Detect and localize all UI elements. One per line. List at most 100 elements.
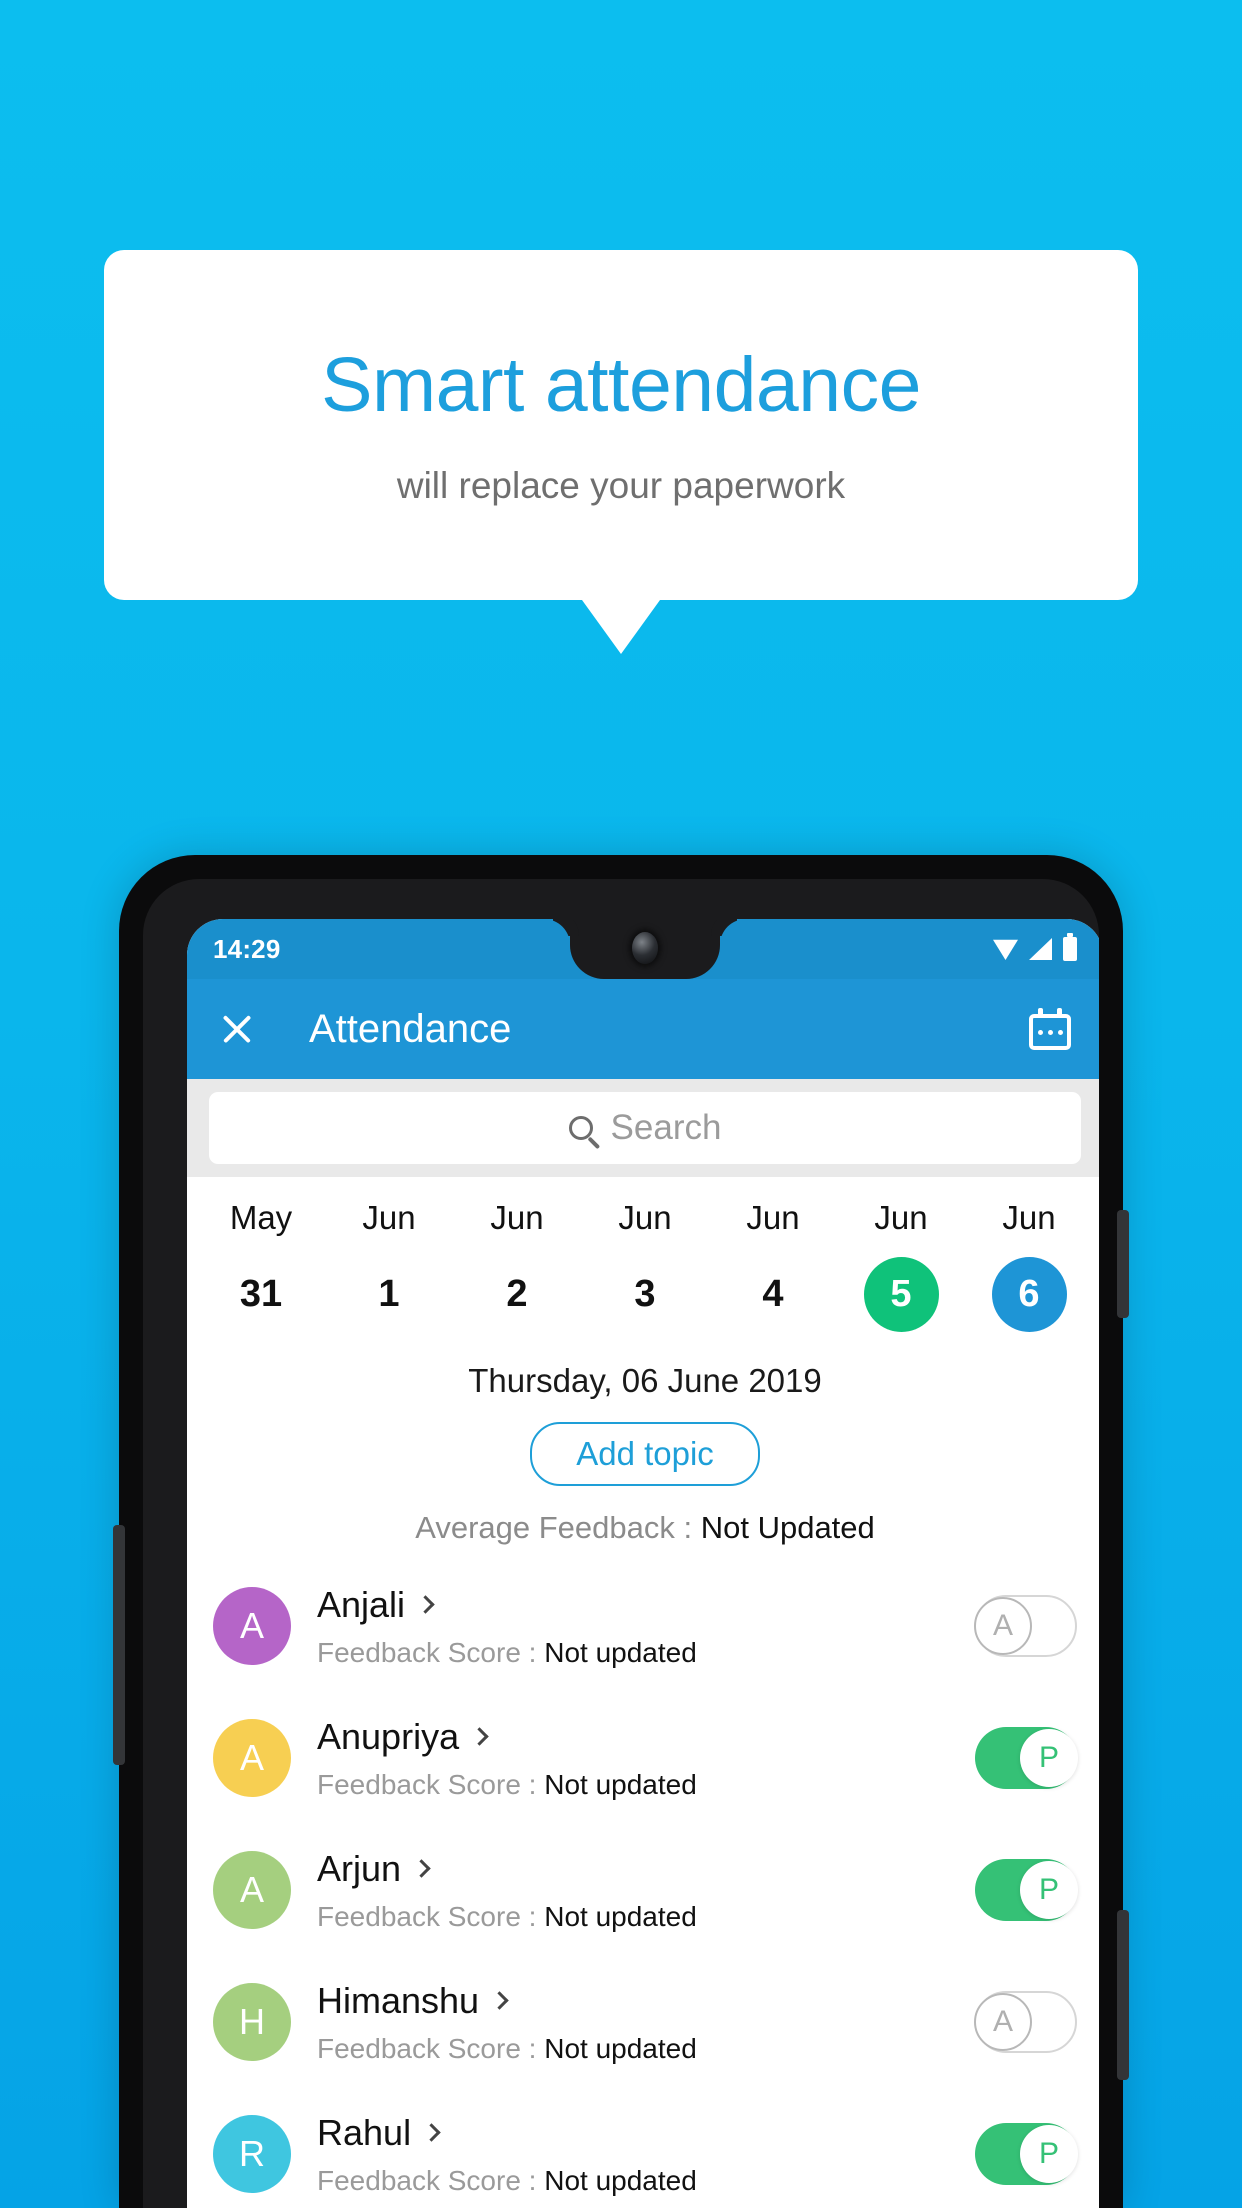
student-info: Himanshu Feedback Score : Not updated	[317, 1980, 975, 2065]
close-icon[interactable]	[215, 1007, 259, 1051]
wifi-icon	[993, 939, 1018, 960]
date-day-number[interactable]: 4	[736, 1257, 811, 1332]
student-name: Anjali	[317, 1583, 406, 1625]
date-month-label: Jun	[874, 1199, 928, 1236]
date-month-label: Jun	[490, 1199, 544, 1236]
student-name: Himanshu	[317, 1979, 480, 2021]
feedback-score-label: Feedback Score :	[317, 2164, 545, 2196]
attendance-toggle[interactable]: P	[975, 1727, 1078, 1789]
chevron-right-icon[interactable]	[422, 2123, 441, 2142]
student-info: Rahul Feedback Score : Not updated	[317, 2112, 975, 2197]
calendar-dots	[1038, 1030, 1063, 1035]
search-placeholder: Search	[610, 1108, 722, 1147]
student-row[interactable]: A Anupriya Feedback Score : Not updated P	[187, 1692, 1099, 1824]
feedback-score: Feedback Score : Not updated	[317, 2165, 975, 2197]
date-cell[interactable]: Jun 2	[453, 1199, 581, 1332]
avatar: A	[213, 1587, 291, 1665]
student-row[interactable]: A Arjun Feedback Score : Not updated P	[187, 1824, 1099, 1956]
student-row[interactable]: R Rahul Feedback Score : Not updated P	[187, 2088, 1099, 2208]
phone-screen: 14:29 Attendance Search May 31 Jun 1 Jun…	[187, 919, 1099, 2208]
date-strip[interactable]: May 31 Jun 1 Jun 2 Jun 3 Jun 4 Jun 5 Jun 6	[187, 1177, 1099, 1340]
feedback-score-label: Feedback Score :	[317, 1636, 545, 1668]
student-info: Arjun Feedback Score : Not updated	[317, 1848, 975, 1933]
avatar: R	[213, 2115, 291, 2193]
attendance-toggle[interactable]: A	[974, 1991, 1077, 2053]
student-name-line[interactable]: Arjun	[317, 1848, 975, 1890]
promo-callout-card: Smart attendance will replace your paper…	[104, 250, 1138, 600]
front-camera	[632, 932, 658, 964]
feedback-score: Feedback Score : Not updated	[317, 1637, 975, 1669]
date-cell[interactable]: Jun 4	[709, 1199, 837, 1332]
attendance-toggle[interactable]: P	[975, 1859, 1078, 1921]
phone-power-button[interactable]	[1117, 1210, 1129, 1318]
chevron-right-icon[interactable]	[470, 1727, 489, 1746]
feedback-score-label: Feedback Score :	[317, 2032, 545, 2064]
phone-notch	[570, 919, 720, 979]
attendance-toggle-knob: P	[1020, 1729, 1078, 1787]
phone-side-button-left[interactable]	[113, 1525, 125, 1765]
add-topic-button[interactable]: Add topic	[530, 1422, 760, 1486]
date-day-number[interactable]: 6	[991, 1257, 1067, 1332]
date-month-label: Jun	[746, 1199, 800, 1236]
date-day-number[interactable]: 31	[224, 1257, 299, 1332]
feedback-score: Feedback Score : Not updated	[317, 1769, 975, 1801]
status-clock: 14:29	[213, 933, 281, 964]
feedback-score: Feedback Score : Not updated	[317, 2033, 975, 2065]
date-cell[interactable]: Jun 1	[325, 1199, 453, 1332]
search-input[interactable]: Search	[209, 1092, 1081, 1164]
calendar-icon[interactable]	[1029, 1008, 1071, 1050]
average-feedback-label: Average Feedback :	[415, 1510, 701, 1545]
page-title: Attendance	[309, 1006, 512, 1051]
student-name-line[interactable]: Anupriya	[317, 1716, 975, 1758]
feedback-score-value: Not updated	[544, 1636, 697, 1668]
date-month-label: Jun	[1002, 1199, 1056, 1236]
date-day-number[interactable]: 5	[863, 1257, 939, 1332]
feedback-score: Feedback Score : Not updated	[317, 1901, 975, 1933]
search-icon	[568, 1116, 593, 1140]
feedback-score-label: Feedback Score :	[317, 1768, 545, 1800]
student-row[interactable]: H Himanshu Feedback Score : Not updated A	[187, 1956, 1099, 2088]
date-month-label: Jun	[618, 1199, 672, 1236]
student-name-line[interactable]: Himanshu	[317, 1980, 975, 2022]
feedback-score-label: Feedback Score :	[317, 1900, 545, 1932]
student-name-line[interactable]: Rahul	[317, 2112, 975, 2154]
attendance-toggle-knob: A	[974, 1993, 1032, 2051]
avatar: A	[213, 1851, 291, 1929]
student-name: Rahul	[317, 2111, 412, 2153]
promo-title: Smart attendance	[321, 341, 921, 428]
date-month-label: May	[229, 1199, 293, 1236]
date-cell[interactable]: Jun 3	[581, 1199, 709, 1332]
attendance-toggle-knob: P	[1020, 1861, 1078, 1919]
battery-icon	[1063, 933, 1077, 961]
date-cell[interactable]: May 31	[197, 1199, 325, 1332]
feedback-score-value: Not updated	[544, 2164, 697, 2196]
avatar: H	[213, 1983, 291, 2061]
student-info: Anupriya Feedback Score : Not updated	[317, 1716, 975, 1801]
phone-mockup: 14:29 Attendance Search May 31 Jun 1 Jun…	[113, 855, 1129, 2208]
date-day-number[interactable]: 3	[608, 1257, 683, 1332]
student-name: Arjun	[317, 1847, 402, 1889]
phone-volume-button[interactable]	[1117, 1910, 1129, 2080]
chevron-right-icon[interactable]	[416, 1595, 435, 1614]
status-icon-group	[993, 933, 1077, 961]
search-bar-container: Search	[187, 1079, 1099, 1177]
selected-date-label: Thursday, 06 June 2019	[468, 1362, 822, 1399]
date-cell[interactable]: Jun 5	[837, 1199, 965, 1332]
attendance-toggle[interactable]: P	[975, 2123, 1078, 2185]
attendance-toggle[interactable]: A	[974, 1595, 1077, 1657]
chevron-right-icon[interactable]	[412, 1859, 431, 1878]
date-month-label: Jun	[362, 1199, 416, 1236]
average-feedback: Average Feedback : Not Updated	[187, 1510, 1099, 1546]
add-topic-container: Add topic	[187, 1422, 1099, 1486]
average-feedback-value: Not Updated	[700, 1510, 875, 1545]
student-row[interactable]: A Anjali Feedback Score : Not updated A	[187, 1560, 1099, 1692]
student-name: Anupriya	[317, 1715, 460, 1757]
date-day-number[interactable]: 2	[480, 1257, 555, 1332]
date-day-number[interactable]: 1	[352, 1257, 427, 1332]
chevron-right-icon[interactable]	[490, 1991, 509, 2010]
student-list: A Anjali Feedback Score : Not updated A A Anu…	[187, 1560, 1099, 2208]
student-info: Anjali Feedback Score : Not updated	[317, 1584, 975, 1669]
attendance-toggle-knob: P	[1020, 2125, 1078, 2183]
student-name-line[interactable]: Anjali	[317, 1584, 975, 1626]
date-cell[interactable]: Jun 6	[965, 1199, 1093, 1332]
